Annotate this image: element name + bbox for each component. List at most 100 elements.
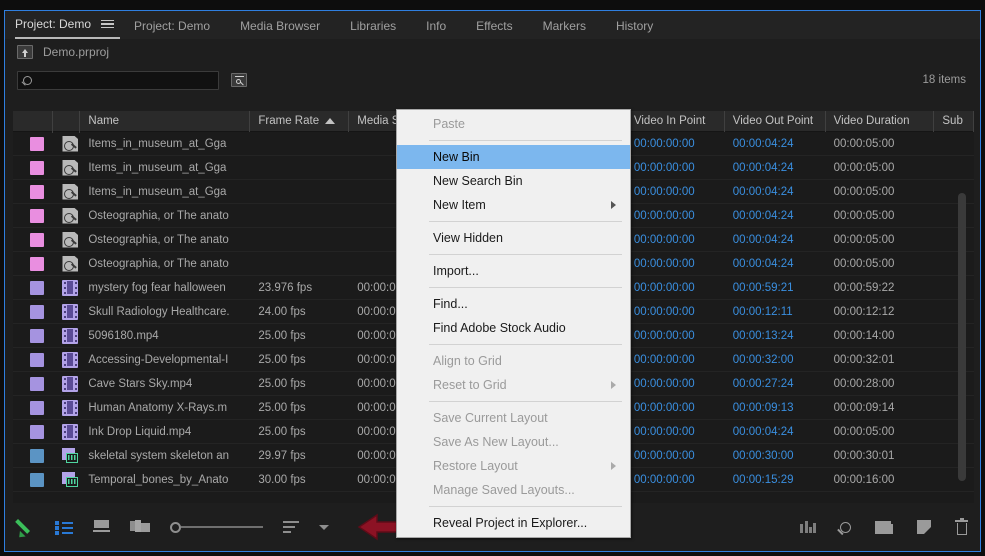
column-header-video-duration[interactable]: Video Duration: [826, 111, 935, 132]
row-frame-rate: 25.00 fps: [258, 329, 306, 342]
context-menu-item[interactable]: View Hidden: [397, 226, 630, 250]
row-name[interactable]: Osteographia, or The anato: [80, 252, 250, 276]
context-menu-item[interactable]: Reveal Project in Explorer...: [397, 511, 630, 535]
sort-icon[interactable]: [283, 521, 299, 533]
tab-info[interactable]: Info: [426, 19, 462, 39]
menu-separator: [429, 344, 622, 345]
row-name[interactable]: Items_in_museum_at_Gga: [80, 156, 250, 180]
pencil-icon[interactable]: [17, 518, 35, 536]
row-name[interactable]: skeletal system skeleton an: [80, 444, 250, 468]
tab-media-browser[interactable]: Media Browser: [240, 19, 336, 39]
zoom-slider-knob[interactable]: [170, 521, 181, 533]
new-bin-icon[interactable]: [875, 520, 893, 534]
row-color-label[interactable]: [13, 228, 53, 252]
context-menu-item-label: Find Adobe Stock Audio: [433, 321, 566, 335]
tab-markers[interactable]: Markers: [543, 19, 602, 39]
context-menu-item-label: Paste: [433, 117, 465, 131]
row-name[interactable]: Osteographia, or The anato: [80, 228, 250, 252]
icon-view-icon[interactable]: [93, 520, 110, 534]
row-name[interactable]: Ink Drop Liquid.mp4: [80, 420, 250, 444]
find-icon[interactable]: [231, 73, 247, 87]
row-video-out-point: 00:00:30:00: [732, 449, 794, 462]
row-color-label[interactable]: [13, 300, 53, 324]
context-menu-item: Paste: [397, 112, 630, 136]
context-menu-item[interactable]: New Bin: [397, 145, 630, 169]
column-header-name[interactable]: Name: [80, 111, 251, 132]
tab-project-demo-active[interactable]: Project: Demo: [15, 17, 121, 39]
zoom-slider[interactable]: [170, 521, 263, 533]
column-header-video-out-point[interactable]: Video Out Point: [725, 111, 826, 132]
row-name[interactable]: Cave Stars Sky.mp4: [80, 372, 250, 396]
row-video-duration: 00:00:05:00: [833, 257, 895, 270]
row-frame-rate: 25.00 fps: [258, 425, 306, 438]
column-header-video-in-point[interactable]: Video In Point: [626, 111, 725, 132]
context-menu-item: Manage Saved Layouts...: [397, 478, 630, 502]
chevron-down-icon[interactable]: [319, 524, 329, 530]
context-menu-item-label: Reveal Project in Explorer...: [433, 516, 588, 530]
label-color-swatch: [29, 424, 44, 439]
tab-project-demo[interactable]: Project: Demo: [134, 19, 226, 39]
tab-libraries[interactable]: Libraries: [350, 19, 412, 39]
row-color-label[interactable]: [13, 132, 53, 156]
vertical-scrollbar[interactable]: [958, 193, 966, 481]
search-input[interactable]: [37, 74, 212, 86]
freeform-view-icon[interactable]: [130, 520, 150, 534]
row-color-label[interactable]: [13, 348, 53, 372]
context-menu-item-label: Restore Layout: [433, 459, 518, 473]
tab-history[interactable]: History: [616, 19, 669, 39]
column-header-sub[interactable]: Sub: [934, 111, 974, 132]
project-file-name: Demo.prproj: [43, 45, 110, 59]
row-name[interactable]: Items_in_museum_at_Gga: [80, 132, 250, 156]
list-view-icon[interactable]: [55, 520, 73, 535]
column-header-icon[interactable]: [53, 111, 81, 133]
row-video-out-point: 00:00:04:24: [732, 161, 794, 174]
row-name[interactable]: Items_in_museum_at_Gga: [80, 180, 250, 204]
row-color-label[interactable]: [13, 276, 53, 300]
label-color-swatch: [29, 376, 44, 391]
row-color-label[interactable]: [13, 324, 53, 348]
row-color-label[interactable]: [13, 180, 53, 204]
row-name[interactable]: 5096180.mp4: [80, 324, 250, 348]
context-menu-item-label: Align to Grid: [433, 354, 502, 368]
row-color-label[interactable]: [13, 396, 53, 420]
context-menu-item[interactable]: New Item: [397, 193, 630, 217]
tab-effects[interactable]: Effects: [476, 19, 528, 39]
context-menu-item[interactable]: Find Adobe Stock Audio: [397, 316, 630, 340]
row-name[interactable]: Osteographia, or The anato: [80, 204, 250, 228]
context-menu-item[interactable]: New Search Bin: [397, 169, 630, 193]
row-name[interactable]: Temporal_bones_by_Anato: [80, 468, 250, 492]
row-sub: [934, 396, 974, 420]
row-color-label[interactable]: [13, 204, 53, 228]
row-video-in-point: 00:00:00:00: [633, 233, 695, 246]
label-color-swatch: [29, 328, 44, 343]
row-color-label[interactable]: [13, 444, 53, 468]
row-name[interactable]: Human Anatomy X-Rays.m: [80, 396, 250, 420]
row-color-label[interactable]: [13, 252, 53, 276]
row-color-label[interactable]: [13, 372, 53, 396]
new-item-icon[interactable]: [917, 520, 931, 534]
row-color-label[interactable]: [13, 420, 53, 444]
column-header-label[interactable]: [13, 111, 53, 133]
video-clip-icon: [62, 303, 79, 320]
column-header-frame-rate[interactable]: Frame Rate: [250, 111, 350, 132]
search-box[interactable]: [17, 70, 219, 90]
row-color-label[interactable]: [13, 468, 53, 492]
find-icon-bottom[interactable]: [840, 521, 851, 533]
navigate-up-icon[interactable]: [17, 45, 33, 59]
row-video-in-point: 00:00:00:00: [633, 353, 695, 366]
label-color-swatch: [29, 448, 44, 463]
bars-icon[interactable]: [800, 521, 816, 533]
row-color-label[interactable]: [13, 156, 53, 180]
chevron-right-icon: [611, 381, 616, 389]
row-name[interactable]: mystery fog fear halloween: [80, 276, 250, 300]
row-name[interactable]: Skull Radiology Healthcare.: [80, 300, 250, 324]
menu-separator: [429, 401, 622, 402]
context-menu-item[interactable]: Find...: [397, 292, 630, 316]
zoom-slider-track[interactable]: [181, 526, 263, 528]
label-color-swatch: [29, 400, 44, 415]
trash-icon[interactable]: [955, 517, 968, 535]
sort-ascending-icon: [325, 118, 336, 124]
context-menu-item[interactable]: Import...: [397, 259, 630, 283]
panel-menu-icon[interactable]: [101, 19, 115, 29]
row-name[interactable]: Accessing-Developmental-I: [80, 348, 250, 372]
